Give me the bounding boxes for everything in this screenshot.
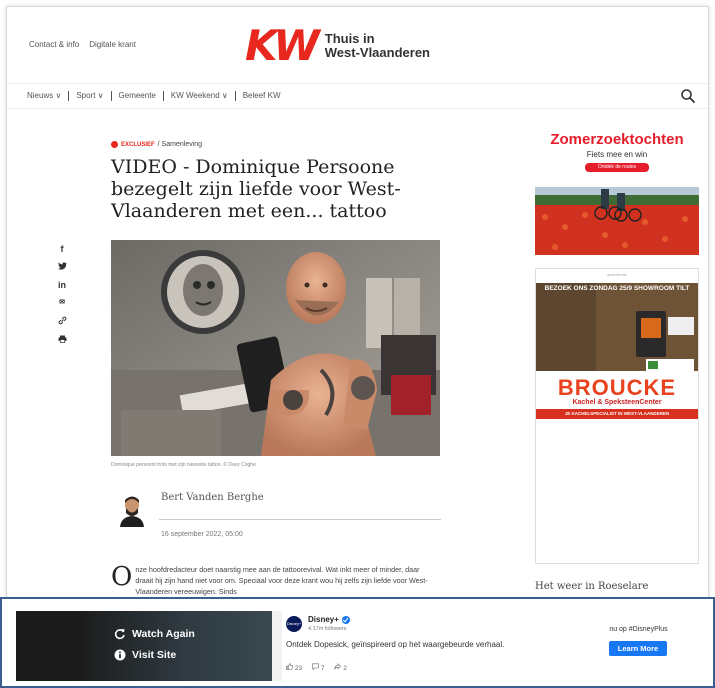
- watch-again-label: Watch Again: [132, 628, 195, 640]
- page-name-row: Disney+: [308, 615, 350, 624]
- comment-icon: [312, 663, 319, 671]
- top-links: Contact & info Digitale krant: [29, 40, 136, 49]
- share-bar: f in ✉: [55, 244, 69, 345]
- cta-panel: nu op #DisneyPlus Learn More: [572, 611, 705, 681]
- logo-mark: KW: [245, 21, 320, 70]
- page-name[interactable]: Disney+: [308, 615, 339, 624]
- article-category: Exclusief / Samenleving: [111, 141, 441, 148]
- replay-icon: [114, 629, 125, 640]
- ad2-headline: BEZOEK ONS ZONDAG 25/9 SHOWROOM TILT: [544, 285, 690, 292]
- browser-page: Contact & info Digitale krant KW Thuis i…: [6, 6, 709, 682]
- ad2-bottom-bar: JE KACHELSPECIALIST IN WEST-VLAANDEREN: [536, 409, 698, 419]
- category-label[interactable]: / Samenleving: [158, 141, 202, 148]
- nav-item-sport[interactable]: Sport ∨: [69, 91, 112, 101]
- exclusive-icon: [111, 141, 118, 148]
- author-avatar[interactable]: [117, 493, 147, 527]
- linkedin-icon[interactable]: in: [58, 280, 66, 290]
- post-stats: 23 7 2: [286, 663, 347, 672]
- weather-heading: Het weer in Roeselare: [535, 581, 649, 592]
- learn-more-button[interactable]: Learn More: [609, 641, 667, 656]
- logo-line-2: West-Vlaanderen: [324, 45, 430, 60]
- photo-caption: Dominique persoont trots met zijn nieuws…: [111, 462, 256, 468]
- article-body: O nze hoofdredacteur doet naarstig mee a…: [111, 564, 429, 597]
- nav-item-beleef-kw[interactable]: Beleef KW: [236, 91, 288, 101]
- ad1-title: Zomerzoektochten: [550, 131, 684, 148]
- like-icon: [286, 663, 293, 670]
- print-icon[interactable]: [58, 335, 67, 345]
- main-nav: Nieuws ∨ Sport ∨ Gemeente KW Weekend ∨ B…: [7, 83, 708, 109]
- exclusive-tag[interactable]: Exclusief: [121, 142, 155, 148]
- video-ad-content: Watch Again Visit Site Disney+ Disney+ 4…: [16, 611, 705, 681]
- ad-label: advertentie: [607, 272, 627, 277]
- article-paragraph: nze hoofdredacteur doet naarstig mee aan…: [135, 565, 428, 596]
- nav-item-kw-weekend[interactable]: KW Weekend ∨: [164, 91, 236, 101]
- video-player[interactable]: Watch Again Visit Site: [16, 611, 272, 681]
- shares-count: 2: [343, 665, 347, 672]
- article-header: Exclusief / Samenleving VIDEO - Dominiqu…: [111, 141, 441, 222]
- author-block: Bert Vanden Berghe 16 september 2022, 05…: [111, 487, 441, 547]
- sticky-video-ad: Watch Again Visit Site Disney+ Disney+ 4…: [0, 597, 715, 688]
- share-icon: [334, 663, 342, 670]
- info-icon: [114, 649, 126, 661]
- ad1-subtitle: Fiets mee en win: [586, 150, 648, 159]
- comments-stat[interactable]: 7: [312, 663, 324, 672]
- site-header: Contact & info Digitale krant KW Thuis i…: [7, 7, 708, 79]
- ad2-brand-subtitle: Kachel & SpeksteenCenter: [572, 399, 662, 406]
- contact-link[interactable]: Contact & info: [29, 40, 79, 49]
- digital-paper-link[interactable]: Digitale krant: [89, 40, 136, 49]
- publish-date: 16 september 2022, 05:00: [161, 531, 243, 538]
- ad-broucke[interactable]: BEZOEK ONS ZONDAG 25/9 SHOWROOM TILT BRO…: [536, 283, 698, 419]
- watch-again-button[interactable]: Watch Again: [114, 628, 195, 640]
- site-logo[interactable]: KW Thuis in West-Vlaanderen: [245, 25, 430, 67]
- nav-item-nieuws[interactable]: Nieuws ∨: [27, 91, 70, 101]
- search-icon[interactable]: [680, 88, 696, 104]
- link-icon[interactable]: [58, 316, 67, 327]
- facebook-post[interactable]: Disney+ Disney+ 4.17m followers Ontdek D…: [282, 611, 572, 681]
- divider: [159, 519, 441, 520]
- logo-line-1: Thuis in: [324, 31, 375, 47]
- facebook-icon[interactable]: f: [61, 244, 64, 254]
- ad-broucke-container: advertentie BEZOEK ONS ZONDAG 25/9 SHOWR…: [535, 268, 699, 564]
- shares-stat[interactable]: 2: [334, 663, 347, 672]
- ad-zomerzoektochten[interactable]: Zomerzoektochten Fiets mee en win Ontdek…: [535, 127, 699, 255]
- follower-count: 4.17m followers: [308, 626, 347, 632]
- twitter-icon[interactable]: [57, 262, 67, 272]
- verified-icon: [341, 615, 350, 624]
- nav-item-gemeente[interactable]: Gemeente: [112, 91, 164, 101]
- player-background: [76, 611, 272, 681]
- drop-cap: O: [111, 562, 133, 592]
- author-name[interactable]: Bert Vanden Berghe: [161, 492, 264, 503]
- post-text: Ontdek Dopesick, geïnspireerd op het waa…: [286, 640, 505, 649]
- article-photo[interactable]: [111, 240, 440, 456]
- mail-icon[interactable]: ✉: [59, 298, 65, 308]
- comments-count: 7: [320, 665, 325, 672]
- visit-site-button[interactable]: Visit Site: [114, 649, 176, 661]
- ad2-brand-name: BROUCKE: [557, 375, 677, 400]
- tattoo-photo-illustration: [111, 240, 440, 456]
- ad1-button[interactable]: Ontdek de routes: [585, 163, 649, 172]
- cta-hashtag: nu op #DisneyPlus: [609, 626, 668, 633]
- article-headline: VIDEO - Dominique Persoone bezegelt zijn…: [111, 156, 401, 222]
- logo-tagline: Thuis in West-Vlaanderen: [325, 32, 430, 59]
- likes-stat[interactable]: 23: [286, 663, 302, 672]
- likes-count: 23: [294, 665, 303, 672]
- page-avatar[interactable]: Disney+: [286, 616, 302, 632]
- visit-site-label: Visit Site: [132, 649, 177, 661]
